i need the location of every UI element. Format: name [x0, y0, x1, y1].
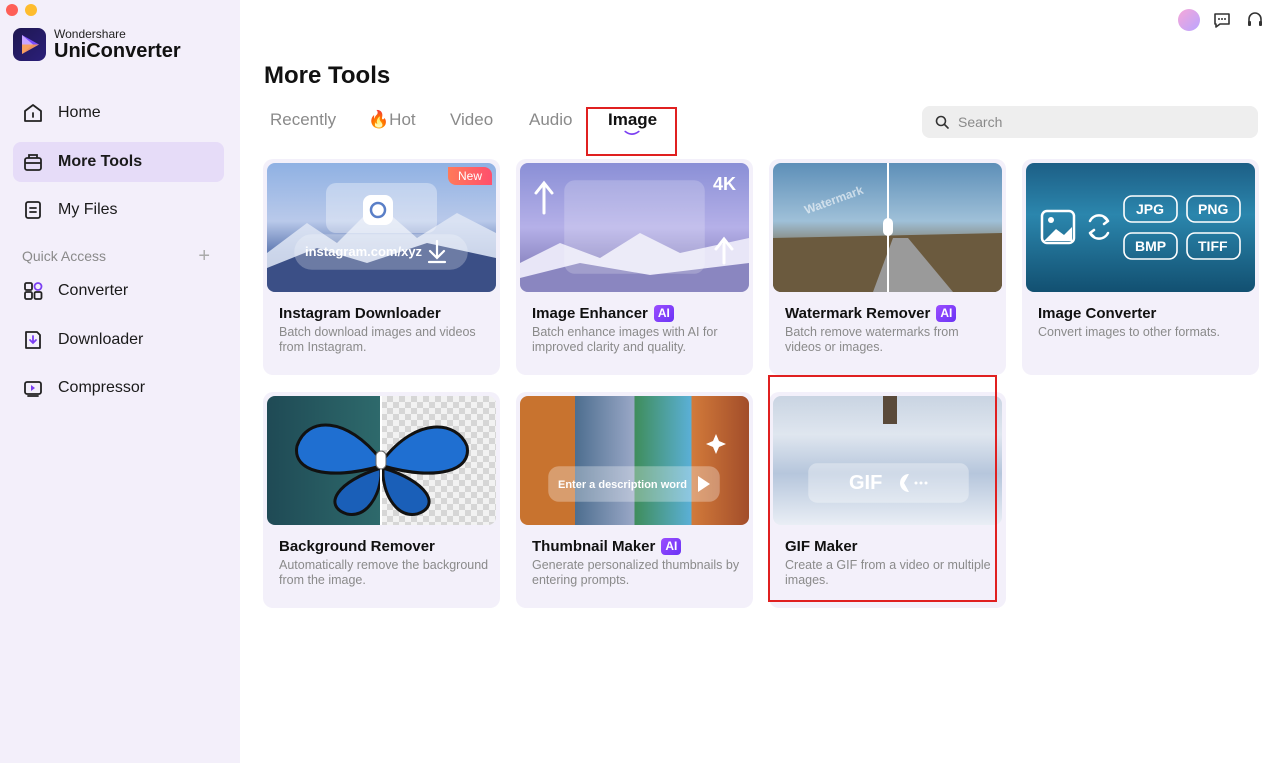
thumbnail-maker-thumbnail: Enter a description word [520, 396, 749, 525]
card-description: Convert images to other formats. [1038, 325, 1221, 339]
tool-card-watermark-remover[interactable]: Watermark Watermark Remover AI Batch remo… [769, 159, 1006, 375]
sidebar-item-label: Compressor [58, 379, 146, 396]
feedback-button[interactable] [1211, 9, 1233, 31]
file-icon [22, 199, 44, 221]
quick-access-header: Quick Access + [22, 246, 210, 266]
sidebar-item-home[interactable]: Home [13, 93, 224, 133]
fire-icon: 🔥 [368, 110, 390, 129]
card-title: Image Converter [1038, 305, 1156, 322]
close-window-button[interactable] [6, 4, 18, 16]
avatar-icon [1178, 9, 1200, 31]
tool-card-thumbnail-maker[interactable]: Enter a description word Thumbnail Maker… [516, 392, 753, 608]
card-title-text: Image Enhancer [532, 305, 648, 322]
search-input[interactable] [958, 114, 1238, 130]
sidebar-item-converter[interactable]: Converter [13, 271, 224, 311]
sidebar-item-more-tools[interactable]: More Tools [13, 142, 224, 182]
card-title: Instagram Downloader [279, 305, 441, 322]
home-icon [22, 102, 44, 124]
card-description: Batch enhance images with AI for improve… [532, 325, 718, 354]
minimize-window-button[interactable] [25, 4, 37, 16]
card-description: Batch remove watermarks from videos or i… [785, 325, 959, 354]
tool-card-background-remover[interactable]: Background Remover Automatically remove … [263, 392, 500, 608]
search-icon [935, 115, 949, 129]
app-logo: Wondershare UniConverter [13, 28, 181, 61]
card-title-text: Image Converter [1038, 305, 1157, 322]
sidebar-item-label: My Files [58, 201, 118, 218]
tab-video[interactable]: Video [450, 110, 493, 130]
image-converter-thumbnail: JPG PNG BMP TIFF [1026, 163, 1255, 292]
sidebar-item-my-files[interactable]: My Files [13, 190, 224, 230]
brand-company: Wondershare [54, 27, 126, 41]
search-box[interactable] [922, 106, 1258, 138]
uniconverter-logo-icon [13, 28, 46, 61]
sidebar-item-label: Home [58, 104, 101, 121]
tab-image-highlight [586, 107, 677, 156]
converter-icon [22, 280, 44, 302]
sidebar-item-label: More Tools [58, 153, 143, 170]
tool-card-instagram-downloader[interactable]: instagram.com/xyz New Instagram Download… [263, 159, 500, 375]
card-title: Background Remover [279, 538, 435, 555]
ai-badge: AI [936, 305, 957, 322]
card-description: Generate personalized thumbnails by ente… [532, 558, 740, 587]
add-quick-access-button[interactable]: + [198, 246, 210, 266]
image-enhancer-thumbnail: 4K [520, 163, 749, 292]
tab-recently[interactable]: Recently [270, 110, 336, 130]
card-description: Batch download images and videos from In… [279, 325, 476, 354]
toolbox-icon [22, 151, 44, 173]
tool-card-image-converter[interactable]: JPG PNG BMP TIFF Image Converter Convert… [1022, 159, 1259, 375]
tool-card-image-enhancer[interactable]: 4K Image Enhancer AI Batch enhance images… [516, 159, 753, 375]
window-controls [6, 4, 37, 16]
page-title: More Tools [264, 62, 391, 89]
tab-hot-label: Hot [389, 110, 416, 129]
card-title: Watermark Remover AI [785, 305, 957, 322]
format-tiff: TIFF [1198, 238, 1228, 254]
card-title-text: Instagram Downloader [279, 305, 441, 322]
brand-product: UniConverter [54, 40, 181, 62]
account-avatar[interactable] [1178, 9, 1200, 31]
background-remover-thumbnail [267, 396, 496, 525]
support-button[interactable] [1244, 9, 1266, 31]
sidebar-item-label: Converter [58, 282, 129, 299]
card-title-text: Watermark Remover [785, 305, 931, 322]
watermark-remover-thumbnail: Watermark [773, 163, 1002, 292]
instagram-downloader-thumbnail: instagram.com/xyz New [267, 163, 496, 292]
tab-hot[interactable]: 🔥Hot [368, 110, 416, 130]
sidebar-item-downloader[interactable]: Downloader [13, 320, 224, 360]
card-description: Automatically remove the background from… [279, 558, 489, 587]
ai-badge: AI [661, 538, 682, 555]
download-icon [22, 329, 44, 351]
format-png: PNG [1198, 201, 1229, 217]
ai-badge: AI [653, 305, 674, 322]
card-title: Image Enhancer AI [532, 305, 674, 322]
quick-access-label: Quick Access [22, 248, 107, 264]
top-toolbar [1178, 9, 1266, 31]
card-title: Thumbnail Maker AI [532, 538, 682, 555]
tab-audio[interactable]: Audio [529, 110, 572, 130]
prompt-placeholder-overlay: Enter a description word [558, 479, 687, 491]
compress-icon [22, 377, 44, 399]
new-badge: New [447, 167, 492, 185]
sidebar: Wondershare UniConverter Home More Tools… [0, 0, 240, 763]
sidebar-item-label: Downloader [58, 331, 144, 348]
card-title-text: Background Remover [279, 538, 435, 555]
headset-icon [1248, 12, 1262, 26]
card-title-text: Thumbnail Maker [532, 538, 656, 555]
4k-label: 4K [713, 174, 737, 194]
message-icon [1214, 13, 1230, 28]
format-bmp: BMP [1135, 238, 1167, 254]
instagram-url-overlay: instagram.com/xyz [305, 244, 423, 259]
format-jpg: JPG [1136, 201, 1165, 217]
sidebar-item-compressor[interactable]: Compressor [13, 368, 224, 408]
gif-maker-highlight [768, 375, 997, 602]
